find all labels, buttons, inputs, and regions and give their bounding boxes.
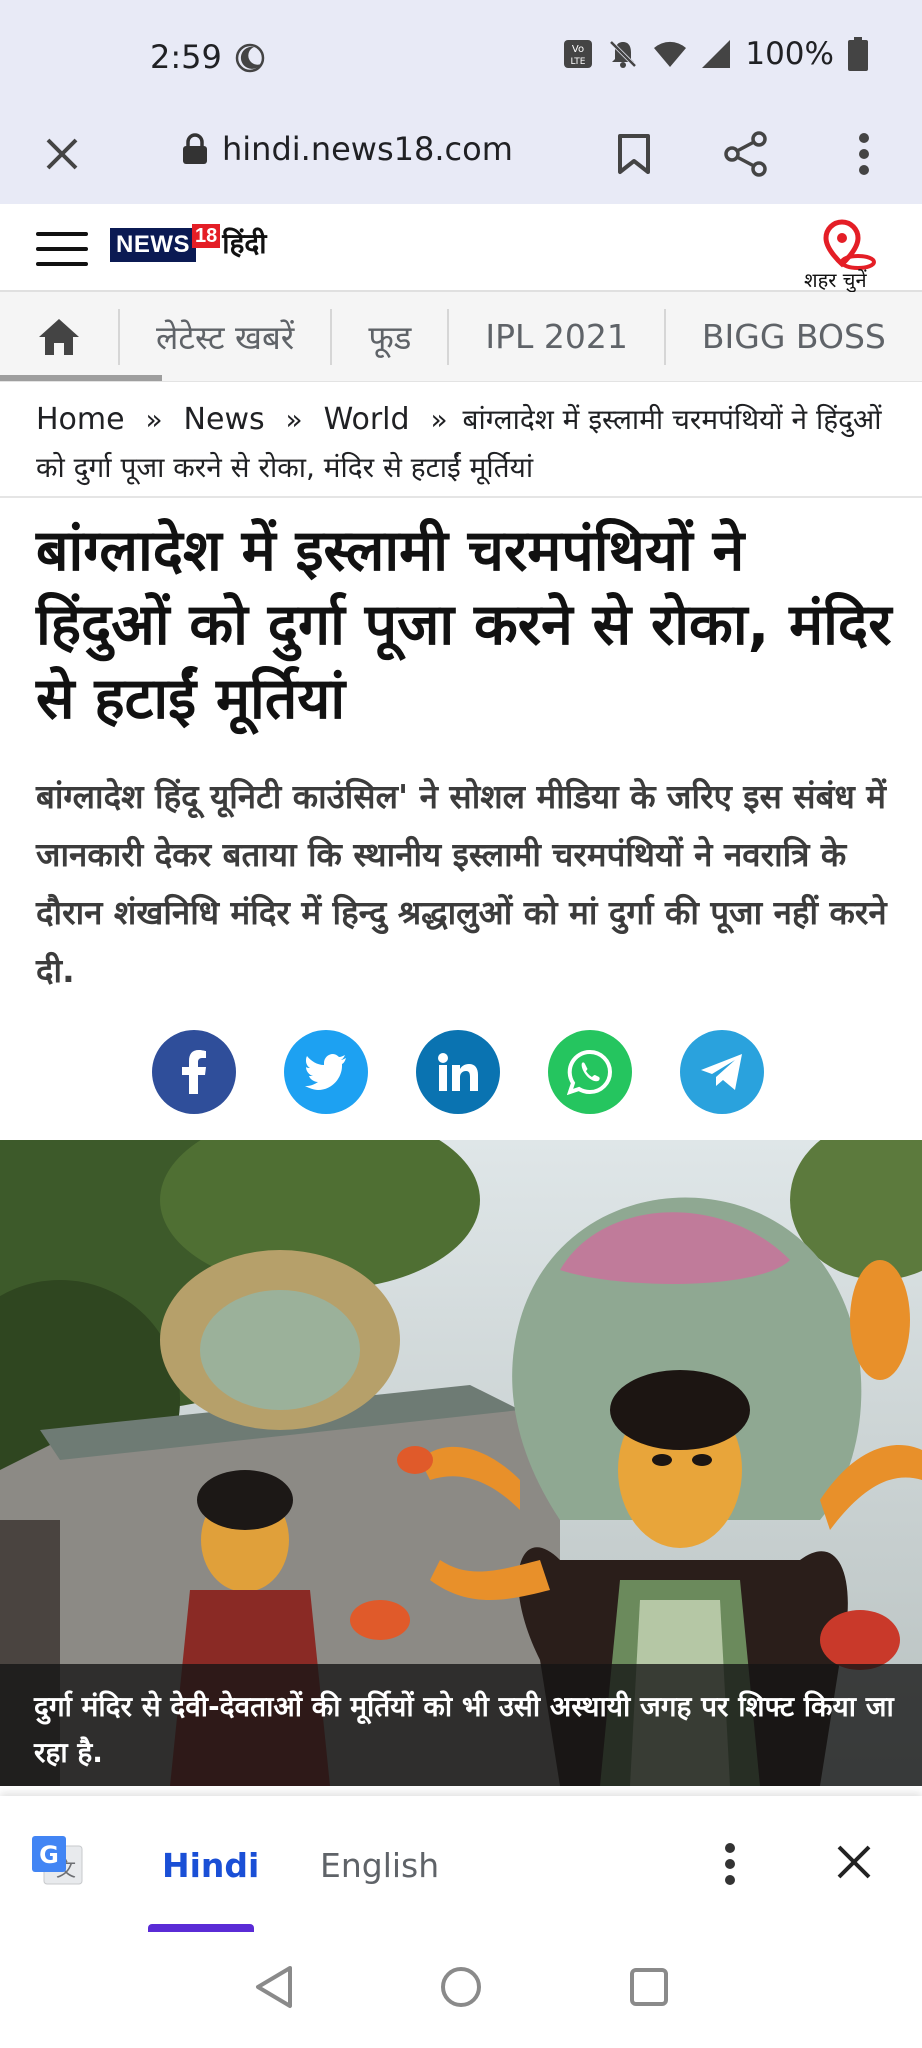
nav-tab-ipl[interactable]: IPL 2021 [449,317,664,356]
selected-language-indicator [148,1924,254,1932]
home-icon [39,318,79,355]
breadcrumb-home[interactable]: Home [36,402,125,437]
breadcrumb-world[interactable]: World [324,402,410,437]
browser-toolbar: hindi.news18.com [0,104,922,204]
language-tab-english[interactable]: English [320,1846,439,1885]
breadcrumb: Home » News » World » बांग्लादेश में इस्… [0,392,922,498]
translate-options-button[interactable] [708,1836,752,1892]
more-vertical-icon [859,133,869,175]
select-city-button[interactable]: शहर चुनें [804,218,890,292]
back-icon[interactable] [250,1962,300,2012]
breadcrumb-separator: » [430,403,448,436]
breadcrumb-separator: » [145,403,163,436]
more-vertical-icon [725,1843,735,1885]
site-header: NEWS 18 हिंदी शहर चुनें [0,204,922,292]
share-linkedin-button[interactable] [416,1030,500,1114]
close-icon [46,138,78,170]
browser-menu-button[interactable] [836,126,892,182]
language-tab-hindi[interactable]: Hindi [162,1846,259,1885]
city-label: शहर चुनें [804,268,867,292]
share-telegram-button[interactable] [680,1030,764,1114]
share-page-button[interactable] [718,126,774,182]
nav-home-tab[interactable] [0,292,162,381]
nav-tab-food[interactable]: फूड [332,314,447,359]
breadcrumb-news[interactable]: News [184,402,265,437]
twitter-icon [305,1054,346,1090]
url-text: hindi.news18.com [222,130,513,168]
volte-icon: Vo LTE [564,40,593,68]
share-whatsapp-button[interactable] [548,1030,632,1114]
logo-news-text: NEWS [110,228,196,262]
whatsapp-icon [567,1049,612,1095]
category-nav: लेटेस्ट खबरें फूड IPL 2021 BIGG BOSS [0,292,922,382]
active-tab-indicator [0,374,162,381]
status-time: 2:59 [150,38,222,76]
close-tab-button[interactable] [34,126,90,182]
home-circle-icon[interactable] [436,1962,486,2012]
battery-icon [848,37,868,71]
nav-tab-latest[interactable]: लेटेस्ट खबरें [120,314,330,359]
status-indicators: Vo LTE 100% [563,36,868,72]
linkedin-icon [438,1053,478,1091]
google-translate-icon[interactable]: 文 G [30,1834,86,1890]
hamburger-menu-icon[interactable] [36,232,88,266]
share-facebook-button[interactable] [152,1030,236,1114]
article-headline: बांग्लादेश में इस्लामी चरमपंथियों ने हिं… [36,518,892,732]
recent-apps-icon[interactable] [624,1962,674,2012]
logo-18-badge: 18 [192,224,221,248]
image-caption-overlay: दुर्गा मंदिर से देवी-देवताओं की मूर्तियो… [0,1664,922,1786]
share-buttons [152,1030,764,1114]
cellular-signal-icon [702,40,731,68]
do-not-disturb-moon-icon [235,43,265,73]
bookmark-button[interactable] [606,126,662,182]
close-icon [837,1845,871,1879]
image-caption: दुर्गा मंदिर से देवी-देवताओं की मूर्तियो… [34,1690,894,1769]
bookmark-icon [618,134,650,174]
telegram-icon [701,1054,742,1090]
address-bar[interactable]: hindi.news18.com [182,130,513,168]
translate-bar: 文 G Hindi English [0,1796,922,1932]
share-twitter-button[interactable] [284,1030,368,1114]
nav-tab-bigg-boss[interactable]: BIGG BOSS [666,317,922,356]
facebook-icon [182,1050,206,1094]
logo-hindi-text: हिंदी [222,227,267,260]
breadcrumb-separator: » [285,403,303,436]
status-bar: 2:59 Vo LTE 100% [0,0,922,104]
lock-icon [183,133,207,164]
close-translate-button[interactable] [826,1834,882,1890]
svg-text:G: G [39,1841,59,1869]
share-icon [724,131,767,177]
bell-muted-icon [609,40,637,68]
news18-logo[interactable]: NEWS 18 हिंदी [110,224,267,262]
svg-text:Vo: Vo [572,44,584,55]
system-navigation-bar [0,1932,922,2048]
article-summary: बांग्लादेश हिंदू यूनिटी काउंसिल' ने सोशल… [36,777,887,990]
svg-text:LTE: LTE [571,57,586,67]
wifi-icon [654,41,687,67]
battery-percentage: 100% [745,36,834,72]
